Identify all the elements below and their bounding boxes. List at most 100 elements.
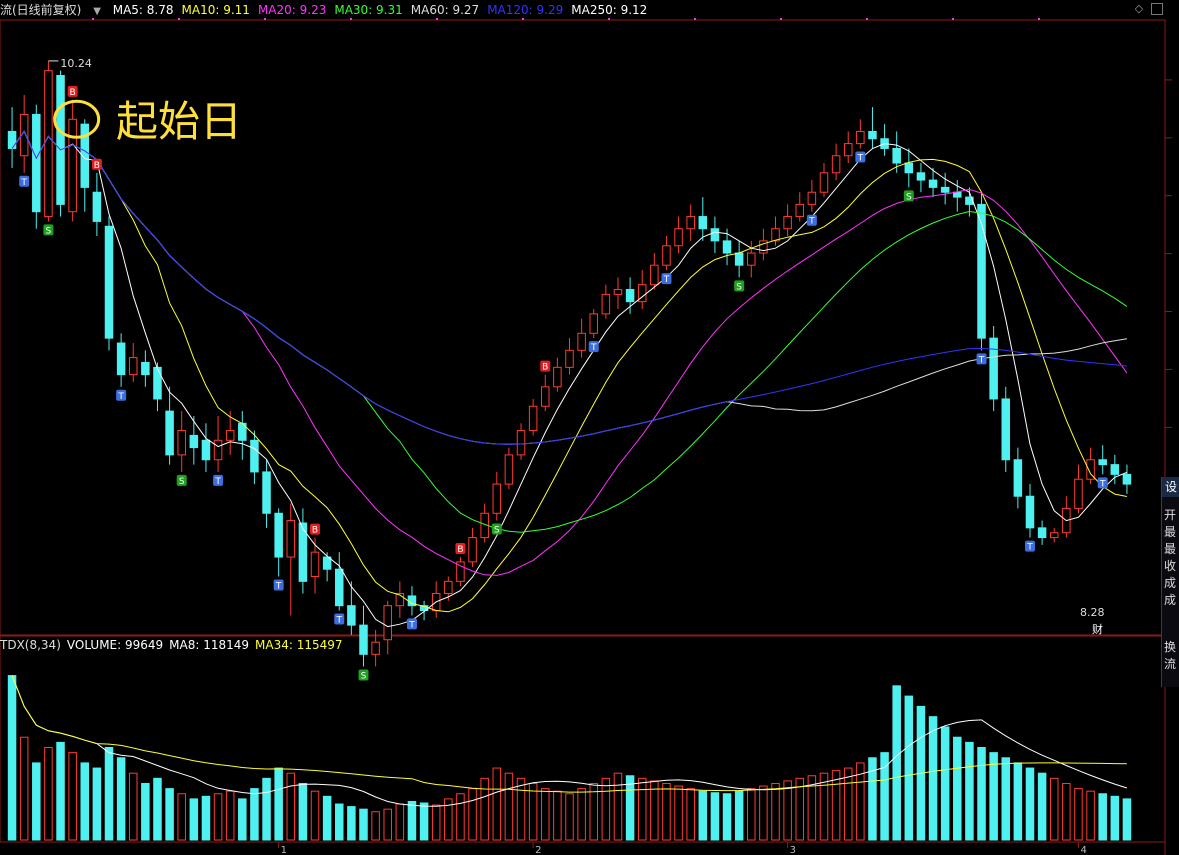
candle-body: [1074, 478, 1083, 509]
side-info-panel[interactable]: 设 开最最收成成换流: [1161, 477, 1179, 687]
volume-bar: [128, 772, 138, 841]
candle-body: [747, 252, 756, 266]
candle-body: [1049, 532, 1059, 539]
candle-body: [165, 410, 174, 456]
volume-bar: [528, 782, 538, 841]
dropdown-icon[interactable]: ▼: [93, 6, 101, 17]
volume-header: TDX(8,34) VOLUME: 99649 MA8: 118149 MA34: 1…: [0, 637, 349, 653]
candle-body: [928, 179, 938, 188]
signal-marker-label: S: [46, 226, 52, 236]
volume-bar: [904, 695, 914, 841]
candle-body: [1025, 495, 1035, 529]
candle-body: [831, 155, 841, 174]
candle-body: [213, 439, 223, 461]
volume-bar: [601, 777, 611, 841]
volume-bar: [771, 782, 780, 841]
settings-tab[interactable]: 设: [1162, 477, 1179, 497]
side-info-label: 开: [1164, 508, 1177, 522]
candle-body: [128, 357, 138, 376]
top-marker: [780, 18, 782, 20]
candle-body: [7, 130, 17, 149]
volume-bar: [577, 788, 586, 841]
signal-marker-label: B: [70, 88, 76, 98]
volume-bar: [92, 767, 102, 841]
volume-bar: [262, 777, 271, 841]
candle-body: [44, 70, 53, 218]
volume-bar: [1110, 795, 1120, 841]
volume-bar: [710, 792, 720, 841]
volume-bar: [1074, 788, 1083, 841]
volume-bar: [395, 803, 405, 841]
top-marker: [866, 18, 868, 20]
volume-bar: [843, 767, 853, 841]
candle-body: [371, 641, 380, 655]
volume-bar: [650, 780, 659, 841]
square-icon[interactable]: [1151, 3, 1163, 15]
volume-bar: [662, 782, 671, 841]
volume-bar: [977, 747, 986, 841]
candle-body: [601, 293, 611, 315]
signal-marker-label: S: [179, 477, 185, 487]
volume-bar: [383, 808, 392, 841]
candle-body: [528, 405, 538, 432]
signal-marker-label: B: [457, 545, 463, 555]
volume-bar: [334, 803, 344, 841]
signal-marker-label: T: [117, 392, 124, 402]
ma-legend-item-5: MA120: 9.29: [487, 3, 564, 17]
volume-bar: [747, 788, 756, 841]
candle-body: [310, 551, 320, 577]
volume-bar: [1013, 762, 1023, 841]
volume-bar: [56, 741, 65, 841]
diamond-icon[interactable]: ◇: [1133, 3, 1145, 15]
volume-bar: [468, 788, 477, 841]
top-marker: [952, 18, 954, 20]
side-info-label: 流: [1164, 657, 1177, 671]
ma-legend-item-6: MA250: 9.12: [571, 3, 648, 17]
candle-body: [843, 143, 853, 157]
signal-marker-label: T: [978, 355, 985, 365]
volume-bar: [298, 782, 308, 841]
candle-body: [492, 483, 502, 514]
volume-bar: [456, 793, 465, 841]
volume-bar: [359, 808, 368, 841]
candle-body: [892, 147, 901, 164]
candle-body: [274, 512, 283, 558]
volume-bar: [407, 800, 417, 841]
ma-legend-item-1: MA10: 9.11: [181, 3, 250, 17]
signal-marker-label: B: [312, 526, 318, 536]
volume-bar: [516, 777, 526, 841]
ma-line: [11, 130, 1127, 445]
volume-bar: [310, 790, 320, 841]
signal-marker-label: T: [20, 178, 27, 188]
volume-bar: [880, 752, 889, 841]
candle-body: [468, 537, 477, 563]
signal-marker-label: B: [542, 363, 548, 373]
candle-body: [359, 624, 368, 655]
candle-body: [650, 264, 659, 286]
volume-bar: [1098, 793, 1107, 841]
candle-body: [334, 568, 344, 607]
side-info-label: 收: [1164, 559, 1177, 573]
volume-bar: [19, 736, 29, 841]
candle-body: [516, 430, 526, 456]
candle-body: [553, 366, 562, 388]
signal-marker-label: T: [808, 217, 815, 227]
top-marker: [608, 18, 610, 20]
top-marker: [436, 18, 438, 20]
x-tick-label: 3: [790, 845, 796, 855]
volume-bar: [637, 777, 647, 841]
ma-line: [11, 130, 1128, 628]
signal-marker-label: T: [857, 153, 864, 163]
volume-bar: [104, 747, 114, 841]
candle-body: [1001, 398, 1011, 461]
signal-marker-label: S: [494, 526, 500, 536]
candle-body: [589, 313, 598, 334]
volume-bar: [68, 752, 77, 841]
signal-marker-label: T: [336, 616, 343, 626]
candle-body: [1013, 459, 1023, 497]
ma-legend-item-4: MA60: 9.27: [410, 3, 480, 17]
ma-legend-item-2: MA20: 9.23: [257, 3, 327, 17]
candle-body: [225, 430, 235, 441]
candle-body: [916, 172, 926, 181]
volume-bar: [419, 802, 429, 841]
